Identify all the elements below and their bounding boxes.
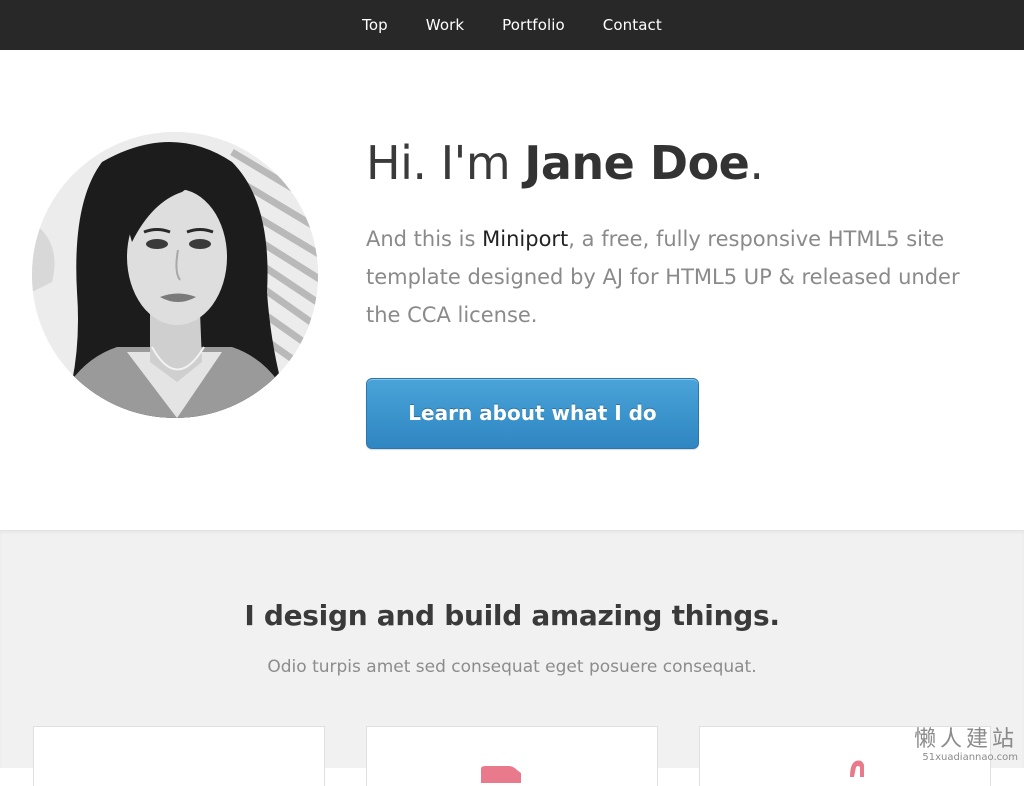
watermark-sub: 51xuadiannao.com <box>914 752 1018 764</box>
hero-name: Jane Doe <box>524 136 749 190</box>
hero-section: Hi. I'm Jane Doe. And this is Miniport, … <box>0 50 1024 530</box>
nav-item-contact[interactable]: Contact <box>584 16 681 34</box>
watermark: 懒人建站 51xuadiannao.com <box>914 728 1018 764</box>
nav-item-portfolio[interactable]: Portfolio <box>483 16 584 34</box>
work-section: I design and build amazing things. Odio … <box>0 530 1024 768</box>
hero-text-before: And this is <box>366 227 482 251</box>
nav-item-work[interactable]: Work <box>407 16 483 34</box>
profile-photo <box>32 132 318 418</box>
nav-item-top[interactable]: Top <box>343 16 407 34</box>
feature-card-2-icon <box>479 763 539 783</box>
hero-description: And this is Miniport, a free, fully resp… <box>366 220 986 334</box>
hero-title-period: . <box>749 136 763 190</box>
hero-brand: Miniport <box>482 227 568 251</box>
feature-card-2 <box>366 726 658 786</box>
work-section-title: I design and build amazing things. <box>0 599 1024 632</box>
feature-card-1 <box>33 726 325 786</box>
portrait-image <box>32 132 318 418</box>
learn-more-button[interactable]: Learn about what I do <box>366 378 699 449</box>
hero-title: Hi. I'm Jane Doe. <box>366 136 764 190</box>
top-nav: Top Work Portfolio Contact <box>0 0 1024 50</box>
watermark-main: 懒人建站 <box>914 728 1018 752</box>
feature-card-3-icon <box>840 757 880 777</box>
work-section-subtitle: Odio turpis amet sed consequat eget posu… <box>0 657 1024 677</box>
hero-greeting: Hi. I'm <box>366 136 524 190</box>
